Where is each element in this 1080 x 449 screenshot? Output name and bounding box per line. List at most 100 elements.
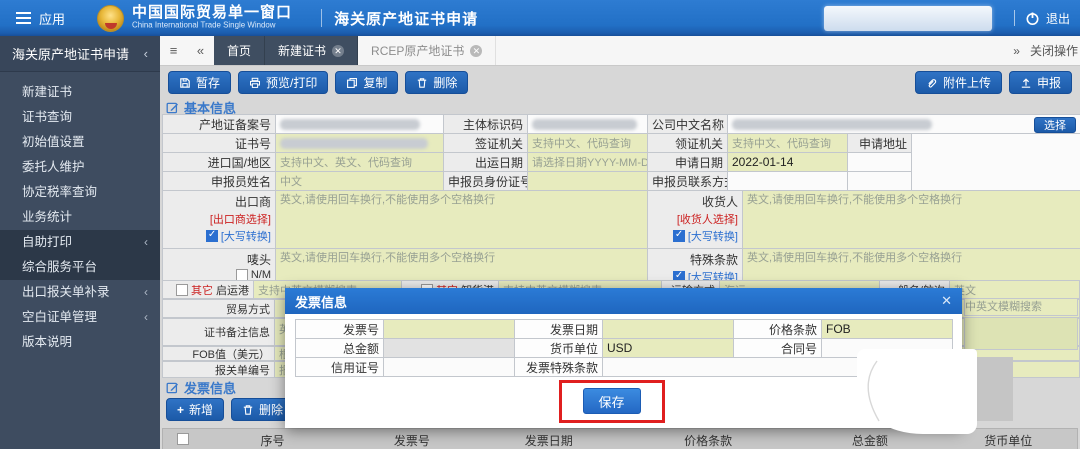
tabs-scroll-left-icon[interactable]: «	[187, 36, 214, 65]
modal-close-icon[interactable]: ✕	[941, 293, 952, 309]
app-menu-label[interactable]: 应用	[39, 9, 65, 28]
currency-input[interactable]: USD	[603, 339, 734, 358]
apply-address-input[interactable]	[912, 134, 1080, 191]
record-no-input[interactable]	[276, 115, 444, 134]
logout-button[interactable]: 退出	[1046, 10, 1070, 27]
tabs-container: 首页新建证书✕RCEP原产地证书✕	[214, 36, 496, 65]
tab-close-icon[interactable]: ✕	[470, 45, 482, 57]
sidebar-item-label: 版本说明	[22, 335, 72, 349]
invoice-date-input[interactable]	[603, 320, 734, 339]
page-title: 海关原产地证书申请	[334, 8, 478, 29]
delete-button[interactable]: 删除	[405, 71, 468, 94]
checkbox-checked-icon[interactable]	[673, 230, 685, 242]
add-invoice-button[interactable]: + 新增	[166, 398, 224, 421]
declare-label: 申报	[1037, 74, 1061, 91]
field-label: 申报员身份证号	[444, 172, 528, 191]
sidebar-item-1[interactable]: 证书查询	[0, 105, 160, 130]
white-redaction-blob	[857, 349, 977, 434]
sidebar-item-3[interactable]: 委托人维护	[0, 155, 160, 180]
sidebar-item-5[interactable]: 业务统计	[0, 205, 160, 230]
company-cn-input[interactable]: 选择	[728, 115, 1080, 134]
preview-print-button[interactable]: 预览/打印	[238, 71, 328, 94]
uppercase-toggle[interactable]: [大写转换]	[673, 228, 738, 244]
tab-0[interactable]: 首页	[214, 36, 265, 65]
modal-header[interactable]: 发票信息 ✕	[285, 288, 962, 314]
sidebar-item-8[interactable]: 出口报关单补录‹	[0, 280, 160, 305]
sidebar-item-label: 业务统计	[22, 210, 72, 224]
uppercase-toggle[interactable]: [大写转换]	[206, 228, 271, 244]
redacted-value	[732, 119, 932, 130]
consignee-select-link[interactable]: [收货人选择]	[677, 211, 738, 227]
invoice-no-input[interactable]	[384, 320, 515, 339]
declare-button[interactable]: 申报	[1009, 71, 1072, 94]
invoice-table-header-cell: 货币单位	[940, 432, 1077, 449]
select-all-checkbox[interactable]	[177, 433, 189, 445]
vessel-input[interactable]: 英文	[950, 280, 1080, 299]
select-all-checkbox-cell	[163, 433, 203, 448]
sidebar-item-2[interactable]: 初始值设置	[0, 130, 160, 155]
save-button[interactable]: 保存	[583, 388, 641, 414]
total-amount-input	[384, 339, 515, 358]
apply-address-extension	[848, 153, 912, 172]
exporter-textarea[interactable]: 英文,请使用回车换行,不能使用多个空格换行	[276, 191, 648, 249]
sidebar-item-0[interactable]: 新建证书	[0, 80, 160, 105]
attachment-upload-label: 附件上传	[943, 74, 991, 91]
tabs-scroll-right-icon[interactable]: »	[1013, 44, 1020, 58]
save-draft-button[interactable]: 暂存	[168, 71, 231, 94]
apply-address-extension	[848, 172, 912, 191]
field-label: 领证机关	[648, 134, 728, 153]
checkbox-checked-icon[interactable]	[206, 230, 218, 242]
apply-date-input[interactable]: 2022-01-14	[728, 153, 848, 172]
tab-label: 新建证书	[278, 42, 326, 59]
declarant-name-input[interactable]: 中文	[276, 172, 444, 191]
copy-label: 复制	[363, 74, 387, 91]
invoice-section-title: 发票信息	[166, 378, 236, 397]
tab-close-icon[interactable]: ✕	[332, 45, 344, 57]
exporter-select-link[interactable]: [出口商选择]	[210, 211, 271, 227]
entity-code-input[interactable]	[528, 115, 648, 134]
close-operations-menu[interactable]: 关闭操作	[1030, 42, 1078, 59]
select-company-button[interactable]: 选择	[1034, 117, 1076, 133]
checkbox-icon[interactable]	[176, 284, 188, 296]
cert-no-input[interactable]	[276, 134, 444, 153]
sidebar-item-6[interactable]: 自助打印‹	[0, 230, 160, 255]
depart-port-label-cell: 其它 启运港	[162, 280, 254, 299]
brand-title: 中国国际贸易单一窗口	[132, 5, 295, 21]
menu-icon[interactable]	[16, 17, 31, 19]
power-icon[interactable]	[1025, 11, 1040, 26]
price-terms-input[interactable]: FOB	[822, 320, 953, 339]
sidebar-item-10[interactable]: 版本说明	[0, 330, 160, 355]
field-label: 签证机关	[444, 134, 528, 153]
ship-date-input[interactable]: 请选择日期YYYY-MM-DD	[528, 153, 648, 172]
sidebar-item-9[interactable]: 空白证单管理‹	[0, 305, 160, 330]
issue-org-input[interactable]: 支持中文、代码查询	[728, 134, 848, 153]
sidebar-menu: 新建证书证书查询初始值设置委托人维护协定税率查询业务统计自助打印‹综合服务平台出…	[0, 72, 160, 355]
uppercase-label: [大写转换]	[688, 228, 738, 244]
tab-1[interactable]: 新建证书 ✕	[265, 36, 358, 65]
currency-value: USD	[607, 341, 632, 355]
invoice-table-header-cell: 发票日期	[482, 432, 616, 449]
lc-no-input[interactable]	[384, 358, 515, 377]
declarant-id-input[interactable]	[528, 172, 648, 191]
decl-no-label-cell: 报关单编号	[162, 361, 275, 378]
fuzzy-search-input-fragment[interactable]: 中英文模糊搜索	[964, 298, 1078, 316]
sidebar-item-7[interactable]: 综合服务平台	[0, 255, 160, 280]
copy-button[interactable]: 复制	[335, 71, 398, 94]
attachment-upload-button[interactable]: 附件上传	[915, 71, 1002, 94]
import-country-input[interactable]: 支持中文、英文、代码查询	[276, 153, 444, 172]
sidebar-title[interactable]: 海关原产地证书申请 ‹	[0, 36, 160, 72]
trash-icon	[242, 404, 254, 416]
field-label: 货币单位	[515, 339, 603, 358]
consignee-label-cell: 收货人 [收货人选择] [大写转换]	[648, 191, 743, 249]
sidebar-item-4[interactable]: 协定税率查询	[0, 180, 160, 205]
field-label: 证书号	[163, 134, 276, 153]
consignee-textarea[interactable]: 英文,请使用回车换行,不能使用多个空格换行	[743, 191, 1080, 249]
sidebar-title-label: 海关原产地证书申请	[12, 44, 129, 63]
tab-menu-icon[interactable]: ≡	[160, 36, 187, 65]
upload-icon	[1020, 77, 1032, 89]
visa-org-input[interactable]: 支持中文、代码查询	[528, 134, 648, 153]
declarant-contact-input[interactable]	[728, 172, 848, 191]
tab-2[interactable]: RCEP原产地证书✕	[358, 36, 496, 65]
tab-label: 首页	[227, 42, 251, 59]
edit-icon	[166, 381, 179, 394]
